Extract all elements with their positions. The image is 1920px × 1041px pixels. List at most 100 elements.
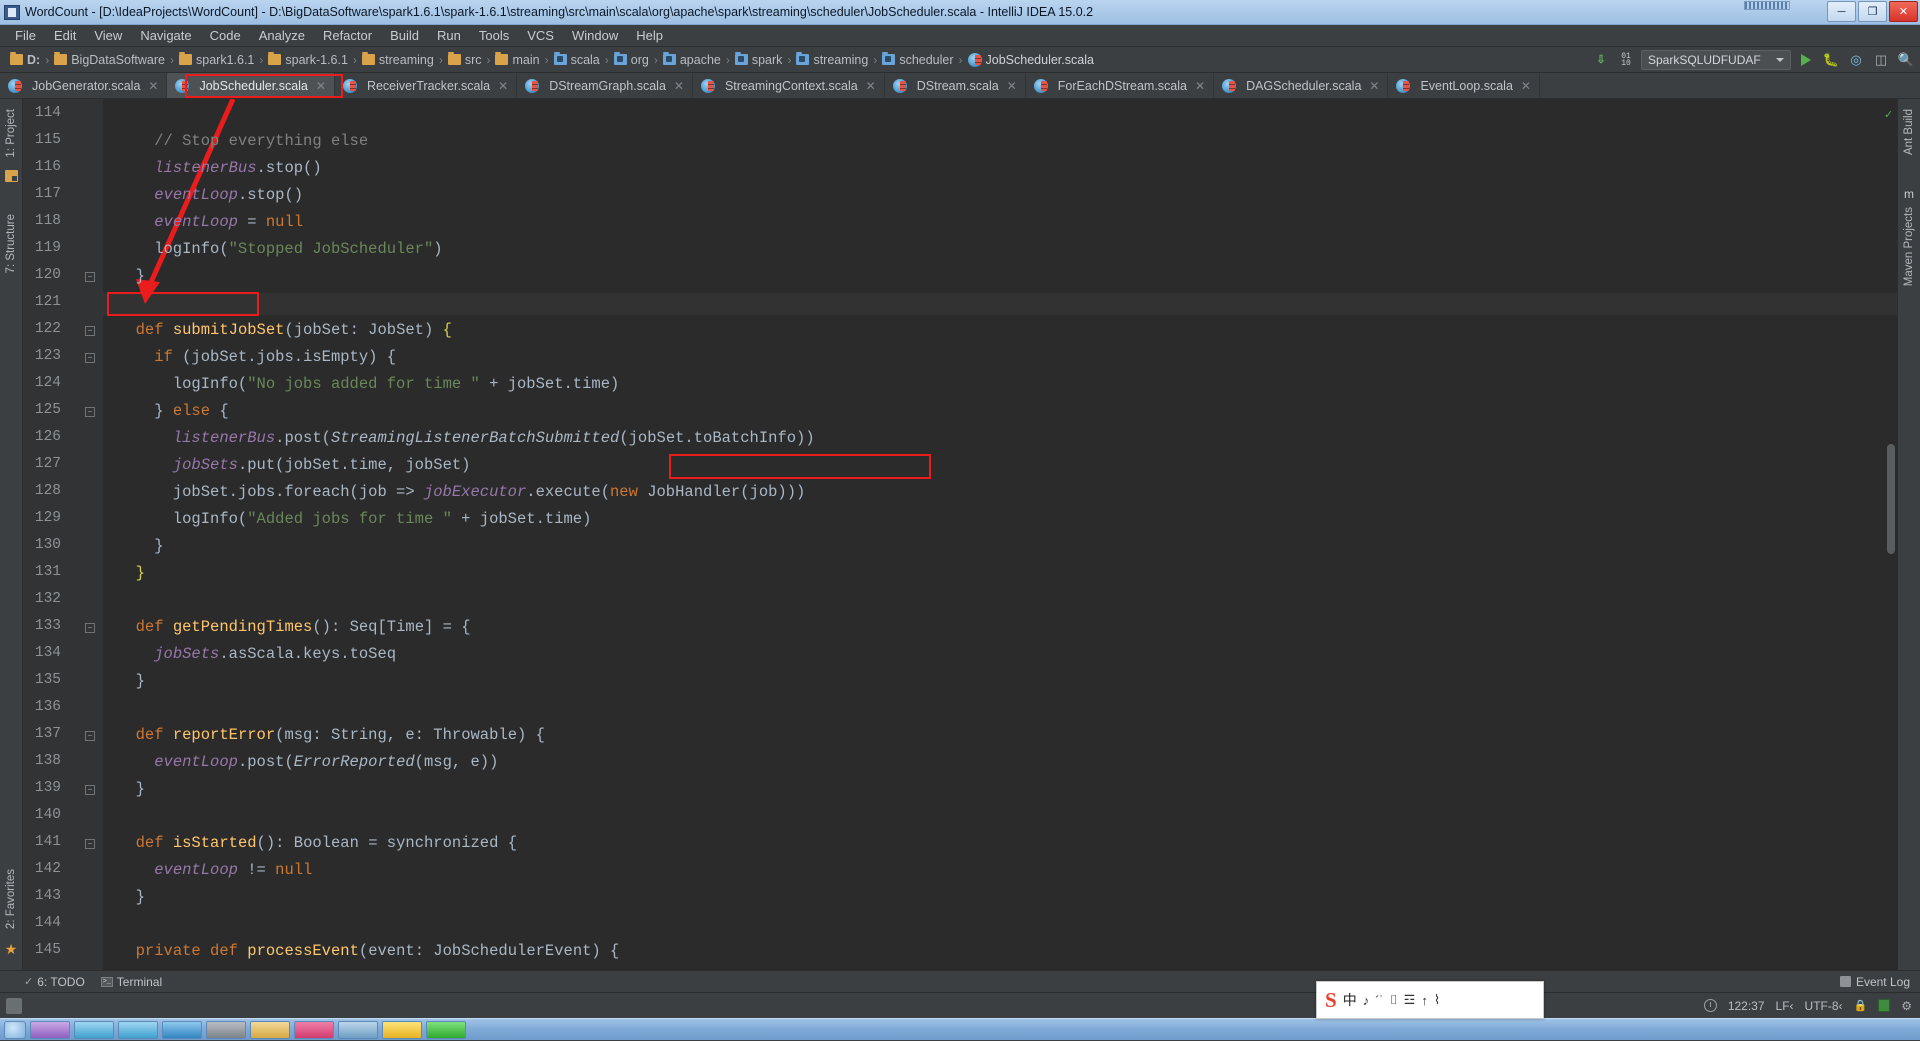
code-fold-toggle[interactable]: − xyxy=(85,839,95,849)
breadcrumb-item-spark1-6-1[interactable]: spark1.6.1 xyxy=(175,52,258,67)
code-fold-toggle[interactable]: − xyxy=(85,407,95,417)
code-fold-toggle[interactable]: − xyxy=(85,731,95,741)
lock-icon[interactable]: 🔒 xyxy=(1854,999,1868,1012)
code-fold-toggle[interactable]: − xyxy=(85,272,95,282)
binary-toggle-icon[interactable]: 01 10 xyxy=(1616,50,1636,70)
code-fold-toggle[interactable]: − xyxy=(85,623,95,633)
tab-streamingcontext-scala[interactable]: StreamingContext.scala ✕ xyxy=(693,73,885,98)
taskbar-app-4[interactable] xyxy=(162,1020,202,1039)
tab-close-icon[interactable]: ✕ xyxy=(1195,79,1205,93)
tab-eventloop-scala[interactable]: EventLoop.scala ✕ xyxy=(1388,73,1540,98)
tab-close-icon[interactable]: ✕ xyxy=(316,79,326,93)
tab-close-icon[interactable]: ✕ xyxy=(674,79,684,93)
debug-icon[interactable]: 🐛 xyxy=(1821,50,1841,70)
taskbar-app-3[interactable] xyxy=(118,1020,158,1039)
menu-item-tools[interactable]: Tools xyxy=(470,26,518,45)
menu-item-edit[interactable]: Edit xyxy=(45,26,85,45)
sidebar-item-project[interactable]: 1: Project xyxy=(5,103,17,164)
editor-error-stripe-mark[interactable]: ✓ xyxy=(1884,105,1893,121)
run-icon[interactable] xyxy=(1796,50,1816,70)
menu-item-view[interactable]: View xyxy=(85,26,131,45)
breadcrumb-item-scala[interactable]: scala xyxy=(550,52,604,67)
line-separator[interactable]: LF‹ xyxy=(1776,999,1794,1013)
breadcrumb-item-main[interactable]: main xyxy=(491,52,543,67)
breadcrumb-item-spark-1-6-1[interactable]: spark-1.6.1 xyxy=(264,52,352,67)
menu-item-navigate[interactable]: Navigate xyxy=(131,26,200,45)
tab-dstreamgraph-scala[interactable]: DStreamGraph.scala ✕ xyxy=(517,73,693,98)
tab-foreachdstream-scala[interactable]: ForEachDStream.scala ✕ xyxy=(1026,73,1215,98)
taskbar-app-5[interactable] xyxy=(206,1020,246,1039)
tab-close-icon[interactable]: ✕ xyxy=(866,79,876,93)
ime-punctuation-icon[interactable]: ´˙ xyxy=(1375,993,1384,1008)
breadcrumb-item-src[interactable]: src xyxy=(444,52,486,67)
maximize-button[interactable]: ❐ xyxy=(1858,1,1887,22)
breadcrumb-item-scheduler[interactable]: scheduler xyxy=(878,52,957,67)
sort-descending-icon[interactable]: ⇩ xyxy=(1591,50,1611,70)
ime-floating-toolbar[interactable]: S 中 ♪ ´˙ ⌷ ☲ ↑ ⌇ xyxy=(1316,981,1544,1019)
start-button[interactable] xyxy=(4,1020,26,1039)
tool-window-todo[interactable]: ✓ 6: TODO xyxy=(24,975,85,989)
ime-settings-icon[interactable]: ⌇ xyxy=(1434,992,1440,1008)
tab-dstream-scala[interactable]: DStream.scala ✕ xyxy=(885,73,1026,98)
code-text-area[interactable]: // Stop everything else listenerBus.stop… xyxy=(103,99,1897,970)
code-fold-toggle[interactable]: − xyxy=(85,353,95,363)
memory-indicator-icon[interactable] xyxy=(1878,999,1891,1012)
taskbar-app-2[interactable] xyxy=(74,1020,114,1039)
breadcrumb-item-streaming[interactable]: streaming xyxy=(792,52,872,67)
menu-item-build[interactable]: Build xyxy=(381,26,428,45)
taskbar-app-7[interactable] xyxy=(294,1020,334,1039)
breadcrumb-item-jobscheduler-scala[interactable]: JobScheduler.scala xyxy=(964,52,1098,67)
sidebar-item-ant-build[interactable]: Ant Build xyxy=(1903,103,1915,161)
tab-close-icon[interactable]: ✕ xyxy=(1521,79,1531,93)
ime-mode-label[interactable]: 中 xyxy=(1343,990,1357,1010)
taskbar-app-1[interactable] xyxy=(30,1020,70,1039)
menu-item-code[interactable]: Code xyxy=(201,26,250,45)
tab-jobgenerator-scala[interactable]: JobGenerator.scala ✕ xyxy=(0,73,168,98)
menu-item-vcs[interactable]: VCS xyxy=(518,26,563,45)
breadcrumb-item-apache[interactable]: apache xyxy=(659,52,725,67)
menu-item-run[interactable]: Run xyxy=(428,26,470,45)
menu-item-window[interactable]: Window xyxy=(563,26,627,45)
search-icon[interactable]: 🔍 xyxy=(1896,50,1916,70)
breadcrumb-item-streaming[interactable]: streaming xyxy=(358,52,438,67)
tool-window-terminal[interactable]: >_ Terminal xyxy=(100,975,162,989)
close-button[interactable]: ✕ xyxy=(1889,1,1918,22)
layout-icon[interactable]: ◫ xyxy=(1871,50,1891,70)
menu-item-file[interactable]: File xyxy=(6,26,45,45)
status-bar-toggle-icon[interactable] xyxy=(6,997,22,1014)
tab-receivertracker-scala[interactable]: ReceiverTracker.scala ✕ xyxy=(335,73,518,98)
breadcrumb-item-org[interactable]: org xyxy=(610,52,653,67)
ime-toolbox-icon[interactable]: ↑ xyxy=(1421,993,1428,1008)
menu-item-analyze[interactable]: Analyze xyxy=(250,26,314,45)
minimize-button[interactable]: ─ xyxy=(1827,1,1856,22)
sidebar-item-maven-projects[interactable]: Maven Projects xyxy=(1903,201,1915,292)
caret-position[interactable]: 122:37 xyxy=(1728,999,1765,1013)
gear-icon[interactable]: ⚙ xyxy=(1901,999,1912,1013)
tool-window-event-log[interactable]: Event Log xyxy=(1839,975,1910,989)
tab-jobscheduler-scala[interactable]: JobScheduler.scala ✕ xyxy=(167,73,335,98)
tab-close-icon[interactable]: ✕ xyxy=(498,79,508,93)
breadcrumb-item-spark[interactable]: spark xyxy=(731,52,787,67)
code-fold-toggle[interactable]: − xyxy=(85,326,95,336)
code-editor[interactable]: 114 115 116 117 118 119 120 − 121 122 − 123 − 124 125 −… xyxy=(23,99,1897,970)
ime-skin-icon[interactable]: ☲ xyxy=(1404,992,1416,1008)
menu-item-help[interactable]: Help xyxy=(627,26,672,45)
ime-keyboard-icon[interactable]: ⌷ xyxy=(1390,992,1398,1008)
tab-dagscheduler-scala[interactable]: DAGScheduler.scala ✕ xyxy=(1214,73,1389,98)
taskbar-app-6[interactable] xyxy=(250,1020,290,1039)
breadcrumb-item-bigdatasoftware[interactable]: BigDataSoftware xyxy=(50,52,169,67)
menu-item-refactor[interactable]: Refactor xyxy=(314,26,381,45)
ime-music-icon[interactable]: ♪ xyxy=(1363,993,1370,1008)
coverage-icon[interactable]: ◎ xyxy=(1846,50,1866,70)
code-fold-toggle[interactable]: − xyxy=(85,785,95,795)
editor-vertical-scrollbar[interactable] xyxy=(1887,444,1895,554)
sidebar-item-structure[interactable]: 7: Structure xyxy=(5,208,17,279)
breadcrumb-item-d-[interactable]: D: xyxy=(6,52,44,67)
tab-close-icon[interactable]: ✕ xyxy=(1369,79,1379,93)
taskbar-app-8[interactable] xyxy=(338,1020,378,1039)
tab-close-icon[interactable]: ✕ xyxy=(1007,79,1017,93)
tab-close-icon[interactable]: ✕ xyxy=(148,79,158,93)
run-configuration-selector[interactable]: SparkSQLUDFUDAF xyxy=(1641,50,1791,70)
taskbar-app-10[interactable] xyxy=(426,1020,466,1039)
taskbar-app-9[interactable] xyxy=(382,1020,422,1039)
